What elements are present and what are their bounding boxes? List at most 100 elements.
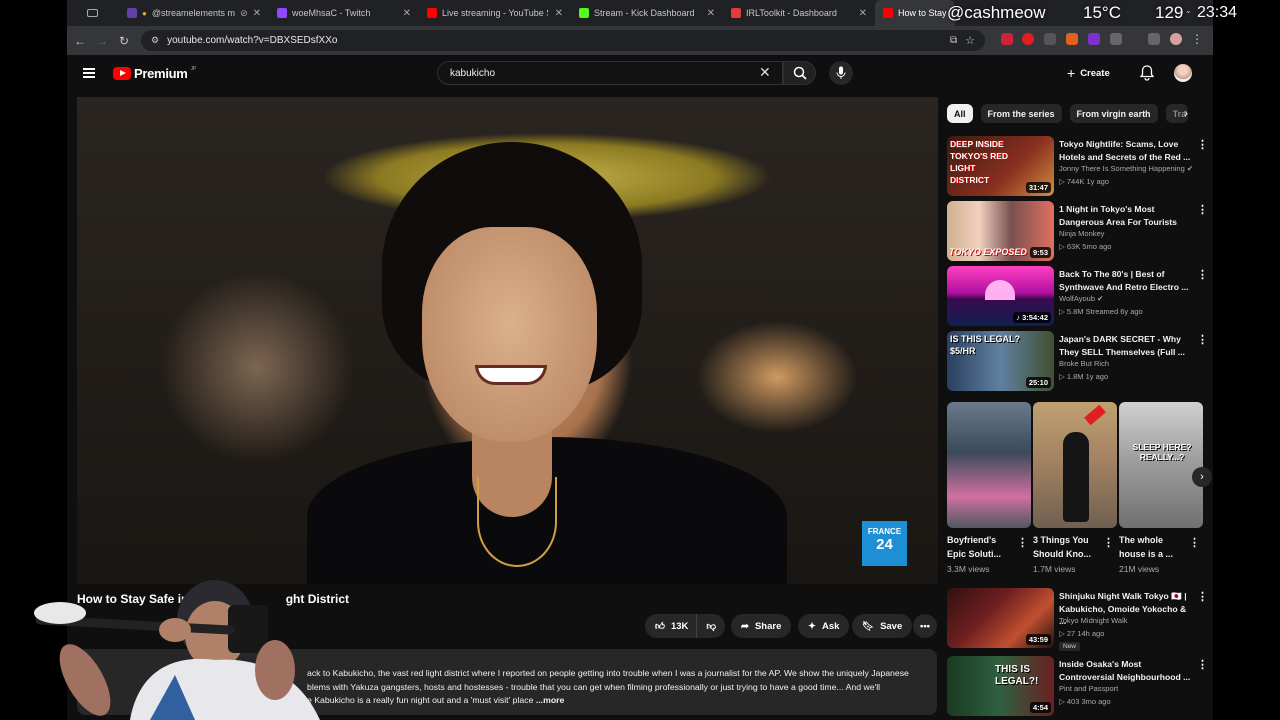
more-vertical-icon[interactable]: ⋮: [1197, 203, 1208, 216]
tab-current-video[interactable]: How to Stay: [875, 0, 955, 26]
tab-search-icon: [87, 9, 98, 17]
video-thumbnail: ♪ 3:54:42: [947, 266, 1054, 326]
chip-from-the-series[interactable]: From the series: [980, 104, 1062, 123]
show-more-link[interactable]: ...more: [536, 695, 565, 705]
tab-twitch[interactable]: woeMhsaC - Twitch ✕: [269, 0, 419, 26]
tab-close-icon[interactable]: ✕: [403, 8, 411, 19]
shorts-next-chevron-icon[interactable]: ›: [1192, 467, 1212, 487]
logo-text: Premium: [134, 66, 188, 81]
video-player[interactable]: FRANCE 24: [77, 97, 938, 584]
thumbnail-text: IS THIS LEGAL? $5/HR: [950, 334, 1021, 356]
share-arrow-icon: ➦: [741, 620, 749, 632]
share-button[interactable]: ➦ Share: [731, 614, 792, 638]
short-item[interactable]: SLEEP HERE? REALLY...? The whole house i…: [1119, 402, 1203, 574]
recommendation-item[interactable]: DEEP INSIDE TOKYO'S RED LIGHT DISTRICT 3…: [947, 136, 1208, 196]
install-icon[interactable]: ⧉: [950, 35, 957, 46]
reload-icon[interactable]: ↻: [113, 34, 135, 48]
recommendation-item[interactable]: ♪ 3:54:42 Back To The 80's | Best of Syn…: [947, 266, 1208, 326]
video-thumbnail: TOKYO EXPOSED 9:53: [947, 201, 1054, 261]
thumbnail-text: TOKYO EXPOSED: [949, 247, 1027, 257]
notifications-bell-icon[interactable]: [1140, 65, 1154, 81]
new-badge: New: [1059, 642, 1081, 651]
extension-icon[interactable]: [1044, 33, 1056, 45]
tab-close-icon[interactable]: ✕: [253, 8, 261, 19]
address-bar[interactable]: ⚙ youtube.com/watch?v=DBXSEDsfXXo ⧉ ☆: [141, 30, 985, 51]
share-button-wrap: ➦ Share: [731, 614, 792, 638]
short-item[interactable]: Boyfriend's Epic Soluti... 3.3M views ⋮: [947, 402, 1031, 574]
tab-streamelements[interactable]: ● @streamelements me ⊘ ✕: [119, 0, 269, 26]
overlay-count: 129: [1155, 3, 1184, 22]
search-button[interactable]: [783, 61, 816, 85]
tab-close-icon[interactable]: ✕: [555, 8, 563, 19]
extensions-puzzle-icon[interactable]: [1110, 33, 1122, 45]
tab-kick[interactable]: Stream - Kick Dashboard ✕: [571, 0, 723, 26]
short-thumbnail: [947, 402, 1031, 528]
bookmark-star-icon[interactable]: ☆: [965, 34, 975, 47]
chip-all[interactable]: All: [947, 104, 973, 123]
browser-menu-icon[interactable]: ⋮: [1191, 32, 1203, 46]
recommendation-title: 1 Night in Tokyo's Most Dangerous Area F…: [1059, 204, 1177, 227]
voice-search-button[interactable]: [829, 61, 853, 85]
overlay-time: 23:34: [1197, 4, 1238, 21]
more-actions-button[interactable]: •••: [913, 614, 937, 638]
short-item[interactable]: 3 Things You Should Kno... 1.7M views ⋮: [1033, 402, 1117, 574]
video-thumbnail: 43:59: [947, 588, 1054, 648]
extension-icon[interactable]: [1022, 33, 1034, 45]
tab-title: Stream - Kick Dashboard: [594, 8, 695, 18]
chip-from-virgin-earth[interactable]: From virgin earth: [1069, 104, 1158, 123]
forward-icon[interactable]: →: [91, 34, 113, 48]
extension-icon[interactable]: [1001, 33, 1013, 45]
reading-list-icon[interactable]: [1148, 33, 1160, 45]
recommendation-item[interactable]: TOKYO EXPOSED 9:53 1 Night in Tokyo's Mo…: [947, 201, 1208, 261]
video-subject-necklace: [477, 477, 557, 567]
description-line: e Kabukicho is a really fun night out an…: [307, 695, 565, 705]
save-button[interactable]: 🔖︎ Save: [852, 614, 913, 638]
channel-name: Broke But Rich: [1059, 359, 1110, 368]
clear-search-icon[interactable]: ✕: [759, 64, 771, 81]
more-vertical-icon[interactable]: ⋮: [1197, 333, 1208, 346]
more-vertical-icon[interactable]: ⋮: [1197, 590, 1208, 603]
tab-youtube-studio[interactable]: Live streaming - YouTube Stu ✕: [419, 0, 571, 26]
youtube-play-icon: [113, 67, 131, 80]
short-person: [1063, 432, 1089, 522]
like-button[interactable]: 👍︎ 13K: [645, 614, 697, 638]
thumbs-down-icon: 👎︎: [706, 621, 717, 632]
recommendation-item[interactable]: THIS IS LEGAL?! 4:54 Inside Osaka's Most…: [947, 656, 1208, 716]
back-icon[interactable]: ←: [69, 34, 91, 48]
more-vertical-icon[interactable]: ⋮: [1189, 536, 1200, 549]
save-button-wrap: 🔖︎ Save: [852, 614, 913, 638]
dislike-button[interactable]: 👎︎: [696, 614, 726, 638]
search-input[interactable]: kabukicho: [437, 61, 783, 85]
tab-close-icon[interactable]: ✕: [859, 8, 867, 19]
tab-overview-button[interactable]: [67, 0, 119, 26]
sparkle-icon: ✦: [808, 620, 816, 632]
more-vertical-icon[interactable]: ⋮: [1103, 536, 1114, 549]
more-vertical-icon[interactable]: ⋮: [1197, 268, 1208, 281]
more-vertical-icon[interactable]: ⋮: [1017, 536, 1028, 549]
description-line: blems with Yakuza gangsters, hosts and h…: [307, 681, 881, 692]
recommendation-item[interactable]: 43:59 Shinjuku Night Walk Tokyo 🇯🇵 | Kab…: [947, 588, 1208, 651]
chevron-right-icon[interactable]: ›: [1184, 106, 1188, 120]
account-avatar[interactable]: [1174, 64, 1192, 82]
profile-avatar[interactable]: [1170, 33, 1182, 45]
muted-icon[interactable]: ⊘: [240, 8, 248, 19]
ask-button[interactable]: ✦ Ask: [798, 614, 850, 638]
short-views: 3.3M views: [947, 564, 990, 574]
recommendation-item[interactable]: IS THIS LEGAL? $5/HR 25:10 Japan's DARK …: [947, 331, 1208, 391]
more-vertical-icon[interactable]: ⋮: [1197, 138, 1208, 151]
thumbs-up-icon: 👍︎: [655, 621, 665, 632]
site-info-icon[interactable]: ⚙: [151, 35, 159, 46]
youtube-premium-logo[interactable]: Premium JP: [113, 66, 196, 81]
duration-badge: ♪ 3:54:42: [1013, 312, 1051, 323]
tab-close-icon[interactable]: ✕: [707, 8, 715, 19]
create-button[interactable]: + Create: [1067, 62, 1110, 84]
create-label: Create: [1080, 67, 1110, 79]
video-thumbnail: IS THIS LEGAL? $5/HR 25:10: [947, 331, 1054, 391]
extension-icon[interactable]: [1088, 33, 1100, 45]
tab-irltoolkit[interactable]: IRLToolkit - Dashboard ✕: [723, 0, 875, 26]
hamburger-menu-icon[interactable]: [83, 68, 95, 78]
extension-icon[interactable]: [1066, 33, 1078, 45]
video-meta: ▷ 1.8M 1y ago: [1059, 372, 1109, 381]
more-vertical-icon[interactable]: ⋮: [1197, 658, 1208, 671]
tab-list-chevron-icon[interactable]: ⌄: [1185, 6, 1192, 15]
